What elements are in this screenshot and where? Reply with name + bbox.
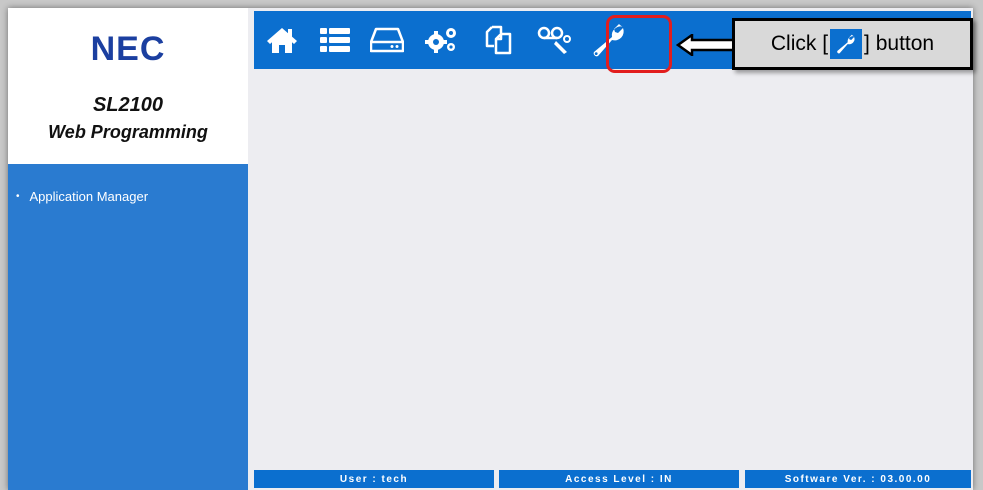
arrow-pointer <box>676 34 736 56</box>
instruction-callout: Click [ ] button <box>732 18 973 70</box>
product-subtitle: Web Programming <box>48 122 208 142</box>
highlight-box <box>606 15 672 73</box>
brand-panel: NEC SL2100 Web Programming <box>8 8 248 164</box>
product-name: SL2100 <box>92 94 164 116</box>
callout-prefix: Click [ <box>770 32 829 55</box>
voicemail-icon <box>537 26 571 54</box>
bullet-icon: • <box>16 190 20 202</box>
sidebar: NEC SL2100 Web Programming • Application… <box>8 8 248 490</box>
sidebar-menu: • Application Manager <box>8 186 248 206</box>
callout-suffix: ] button <box>864 32 935 55</box>
main-content <box>254 69 971 467</box>
home-button[interactable] <box>257 11 307 69</box>
settings-button[interactable] <box>417 11 467 69</box>
sidebar-item-label: Application Manager <box>29 188 149 204</box>
gears-icon <box>425 28 456 53</box>
drive-icon <box>370 27 404 53</box>
app-window: NEC SL2100 Web Programming • Application… <box>8 8 973 490</box>
status-user: User : tech <box>254 470 494 488</box>
storage-button[interactable] <box>362 11 412 69</box>
copy-button[interactable] <box>474 11 524 69</box>
sidebar-item-application-manager[interactable]: • Application Manager <box>8 186 248 206</box>
list-icon <box>320 28 350 52</box>
voicemail-button[interactable] <box>529 11 579 69</box>
status-access-level: Access Level : IN <box>499 470 739 488</box>
home-icon <box>267 28 297 53</box>
copy-icon <box>485 25 512 55</box>
status-software-version: Software Ver. : 03.00.00 <box>745 470 971 488</box>
nec-logo: NEC <box>90 30 166 68</box>
wrench-icon <box>830 29 863 59</box>
list-button[interactable] <box>310 11 360 69</box>
